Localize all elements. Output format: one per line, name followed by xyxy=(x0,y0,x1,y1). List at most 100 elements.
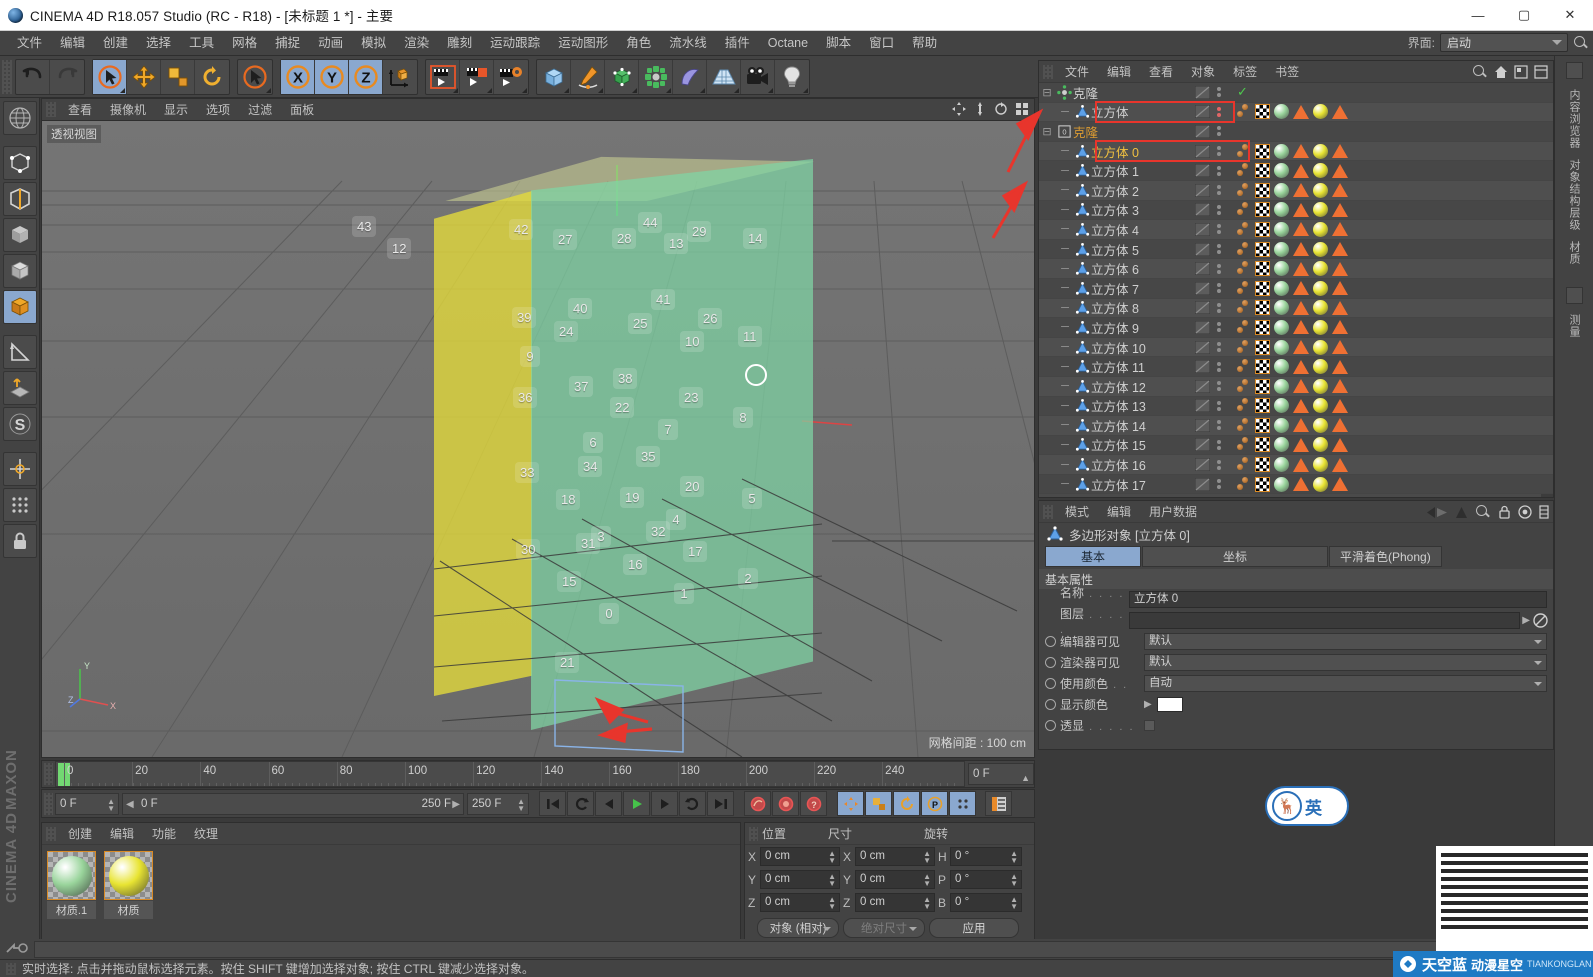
range-left-arrow-icon[interactable]: ◀ xyxy=(126,799,134,810)
object-tags[interactable] xyxy=(1237,359,1348,375)
object-name[interactable]: 立方体 16 xyxy=(1091,455,1146,474)
layer-input[interactable] xyxy=(1129,612,1521,629)
animation-track-radio[interactable] xyxy=(1045,657,1056,668)
object-list-row[interactable]: ─ 立方体 4 xyxy=(1039,220,1553,240)
object-layer-swatch[interactable] xyxy=(1189,161,1215,180)
visibility-dots[interactable] xyxy=(1217,381,1221,392)
object-name[interactable]: 立方体 11 xyxy=(1091,357,1145,376)
phong-tag-icon-2[interactable] xyxy=(1332,379,1348,394)
phong-tag-icon-2[interactable] xyxy=(1332,398,1348,413)
tab-phong[interactable]: 平滑着色(Phong) xyxy=(1329,546,1442,567)
material-tag-yellow-icon[interactable] xyxy=(1313,339,1328,355)
mograph-selection-tag-icon[interactable] xyxy=(1237,182,1251,198)
object-list-row[interactable]: ─ 立方体 7 xyxy=(1039,278,1553,299)
mograph-selection-tag-icon[interactable] xyxy=(1237,359,1251,374)
attribute-menu-edit[interactable]: 编辑 xyxy=(1098,501,1140,523)
object-layer-swatch[interactable] xyxy=(1189,83,1215,102)
texture-tag-icon[interactable] xyxy=(1255,182,1270,198)
object-list-row[interactable]: ─ 立方体 xyxy=(1039,102,1553,123)
menu-item-character[interactable]: 角色 xyxy=(617,31,660,56)
light-button[interactable] xyxy=(775,60,809,94)
material-tag-yellow-icon[interactable] xyxy=(1313,417,1328,433)
lock-icon[interactable] xyxy=(1498,505,1511,519)
phong-tag-icon[interactable] xyxy=(1293,398,1309,413)
phong-tag-icon-2[interactable] xyxy=(1332,104,1348,119)
texture-tag-icon[interactable] xyxy=(1255,457,1270,473)
close-button[interactable]: ✕ xyxy=(1547,0,1593,31)
step-back-button[interactable] xyxy=(595,791,622,816)
texture-tag-icon[interactable] xyxy=(1255,437,1270,453)
strip-label-content-browser[interactable]: 内容浏览器 xyxy=(1566,89,1582,149)
frame-range-bar[interactable]: ◀ 0 F 250 F ▶ xyxy=(122,792,464,815)
texture-tag-icon[interactable] xyxy=(1255,221,1270,237)
animation-track-radio[interactable] xyxy=(1045,699,1056,710)
object-list[interactable]: ⊟ 克隆 ✓ ─ 立方体 ⊟ 0 克隆 ─ 立方体 0 ─ 立方体 1 ─ 立方体 2 ─ 立方体 3 ─ 立方体… xyxy=(1039,83,1553,497)
material-tag-yellow-icon[interactable] xyxy=(1313,261,1328,277)
phong-tag-icon-2[interactable] xyxy=(1332,202,1348,217)
go-to-start-button[interactable] xyxy=(539,791,566,816)
target-icon[interactable] xyxy=(1518,505,1532,519)
parameter-key-button[interactable]: P xyxy=(921,791,948,816)
interface-dropdown[interactable]: 启动 xyxy=(1440,33,1568,52)
phong-tag-icon-2[interactable] xyxy=(1332,359,1348,374)
size-input[interactable]: 0 cm ▲ ▼ xyxy=(855,893,935,912)
menu-item-mesh[interactable]: 网格 xyxy=(223,31,266,56)
menu-item-window[interactable]: 窗口 xyxy=(860,31,903,56)
material-tag-green-icon[interactable] xyxy=(1274,398,1289,414)
selection-arrow-button[interactable] xyxy=(238,60,272,94)
object-name[interactable]: 立方体 0 xyxy=(1091,142,1139,161)
object-tags[interactable] xyxy=(1237,261,1348,277)
step-forward-button[interactable] xyxy=(651,791,678,816)
mograph-selection-tag-icon[interactable] xyxy=(1237,221,1251,237)
material-tag-yellow-icon[interactable] xyxy=(1313,457,1328,473)
texture-tag-icon[interactable] xyxy=(1255,476,1270,492)
nurbs-button[interactable] xyxy=(605,59,639,94)
material-tag-green-icon[interactable] xyxy=(1274,202,1289,218)
material-tag-yellow-icon[interactable] xyxy=(1313,202,1328,218)
render-region-button[interactable] xyxy=(460,59,494,94)
position-key-button[interactable] xyxy=(837,791,864,816)
attribute-menu-mode[interactable]: 模式 xyxy=(1056,501,1098,523)
object-name[interactable]: 立方体 2 xyxy=(1091,181,1139,200)
layer-clear-icon[interactable] xyxy=(1533,613,1548,628)
position-input[interactable]: 0 cm ▲ ▼ xyxy=(760,870,840,889)
attribute-dropdown[interactable]: 默认 xyxy=(1144,633,1547,650)
material-tag-green-icon[interactable] xyxy=(1274,261,1289,277)
phong-tag-icon-2[interactable] xyxy=(1332,320,1348,335)
material-tag-green-icon[interactable] xyxy=(1274,182,1289,198)
object-name[interactable]: 克隆 xyxy=(1073,122,1098,141)
mograph-selection-tag-icon[interactable] xyxy=(1237,261,1251,276)
material-menu-create[interactable]: 创建 xyxy=(59,823,101,845)
object-tags[interactable] xyxy=(1237,417,1348,433)
texture-tag-icon[interactable] xyxy=(1255,319,1270,335)
visibility-dots[interactable] xyxy=(1217,342,1221,353)
object-tags[interactable] xyxy=(1237,280,1348,296)
object-list-row[interactable]: ─ 立方体 3 xyxy=(1039,200,1553,221)
y-axis-lock-button[interactable]: Y xyxy=(315,59,349,94)
menu-item-sculpt[interactable]: 雕刻 xyxy=(438,31,481,56)
texture-tag-icon[interactable] xyxy=(1255,417,1270,433)
viewport-menu-options[interactable]: 选项 xyxy=(197,99,239,121)
material-tag-yellow-icon[interactable] xyxy=(1313,359,1328,375)
object-menu-tags[interactable]: 标签 xyxy=(1224,61,1266,83)
object-layer-swatch[interactable] xyxy=(1189,122,1215,141)
zoom-view-icon[interactable] xyxy=(973,102,987,116)
object-layer-swatch[interactable] xyxy=(1189,200,1215,219)
attribute-dropdown[interactable]: 默认 xyxy=(1144,654,1547,671)
object-layer-swatch[interactable] xyxy=(1189,416,1215,435)
coordinate-mode-dropdown[interactable]: 对象 (相对) xyxy=(757,918,839,938)
phong-tag-icon[interactable] xyxy=(1293,281,1309,296)
strip-toggle-2[interactable] xyxy=(1565,287,1583,304)
maximize-view-icon[interactable] xyxy=(1015,102,1029,116)
rotation-key-button[interactable] xyxy=(893,791,920,816)
object-tags[interactable] xyxy=(1237,437,1348,453)
visibility-dots[interactable] xyxy=(1217,283,1221,294)
material-tag-green-icon[interactable] xyxy=(1274,437,1289,453)
object-list-row[interactable]: ─ 立方体 12 xyxy=(1039,376,1553,397)
phong-tag-icon-2[interactable] xyxy=(1332,144,1348,159)
material-tag-green-icon[interactable] xyxy=(1274,221,1289,237)
attribute-checkbox[interactable] xyxy=(1144,720,1155,731)
texture-tag-icon[interactable] xyxy=(1255,104,1270,120)
material-tag-yellow-icon[interactable] xyxy=(1313,163,1328,179)
rotation-input[interactable]: 0 ° ▲ ▼ xyxy=(950,893,1022,912)
